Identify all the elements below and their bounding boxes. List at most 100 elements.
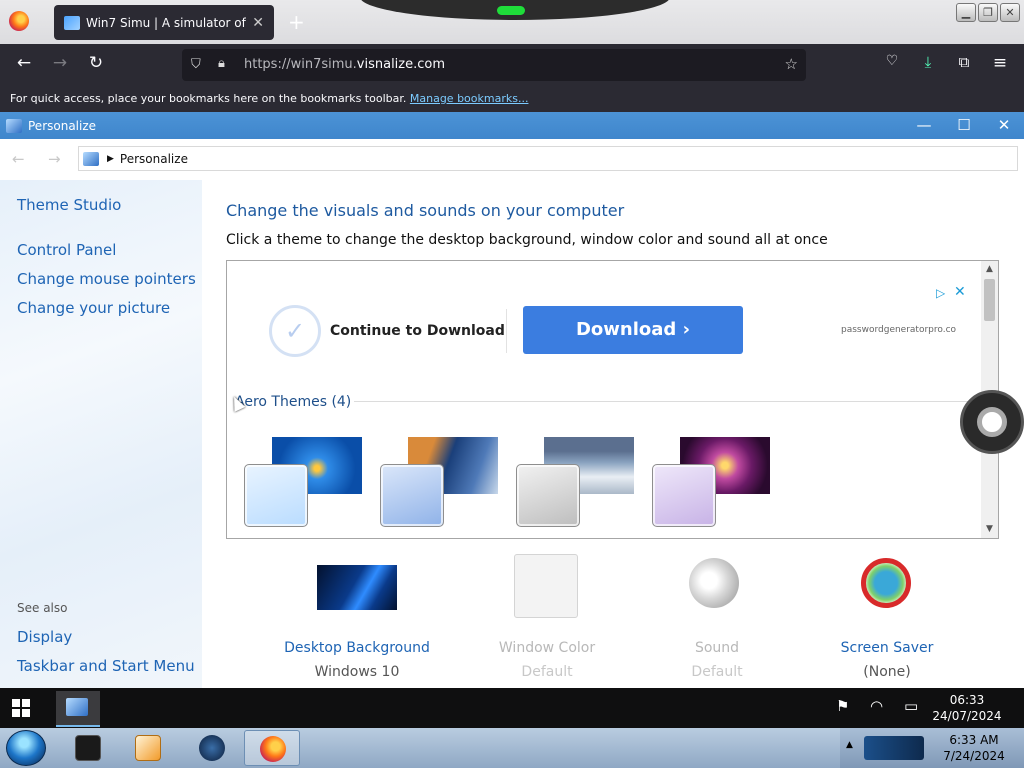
window-color-label: Window Color <box>498 640 596 656</box>
screen-saver-none-icon <box>861 558 911 608</box>
breadcrumb[interactable]: Personalize <box>120 152 188 166</box>
decorative-tab-overlay <box>360 0 670 20</box>
menu-hamburger-icon[interactable]: ≡ <box>988 53 1012 73</box>
theme-tile-windows7[interactable] <box>244 435 374 535</box>
theme-color-swatch <box>652 464 716 527</box>
taskbar-app-globe[interactable] <box>184 730 240 766</box>
taskbar-app-firefox[interactable] <box>244 730 300 766</box>
ad-download-label: Download <box>575 319 677 340</box>
pocket-icon[interactable]: ♡ <box>880 53 904 69</box>
win7-time: 6:33 AM <box>949 733 999 747</box>
win7-clock[interactable]: 6:33 AM 7/24/2024 <box>940 732 1008 764</box>
firefox-taskbar-icon <box>260 736 286 762</box>
battery-icon[interactable]: ▭ <box>904 697 918 715</box>
forward-arrow-icon[interactable]: → <box>48 53 72 73</box>
new-tab-icon[interactable]: + <box>288 10 305 34</box>
window-minimize-icon[interactable]: — <box>904 112 944 139</box>
speaker-icon <box>689 558 739 608</box>
url-prefix: https://win7simu. <box>244 57 357 72</box>
terminal-icon <box>75 735 101 761</box>
window-color-value: Default <box>521 664 573 680</box>
breadcrumb-chevron-icon[interactable]: ▶ <box>107 154 114 164</box>
browser-tab-bar: Win7 Simu | A simulator of Win ✕ + ▁ ❐ ✕ <box>0 0 1024 44</box>
tray-icons-group-icon[interactable] <box>864 736 924 760</box>
section-divider <box>354 401 982 402</box>
browser-tab[interactable]: Win7 Simu | A simulator of Win ✕ <box>54 5 274 40</box>
win10-clock[interactable]: 06:33 24/07/2024 <box>926 692 1008 724</box>
sidebar-link-mouse-pointers[interactable]: Change mouse pointers <box>17 270 196 288</box>
windows-start-icon[interactable] <box>12 699 30 717</box>
sidebar-link-display[interactable]: Display <box>17 628 72 646</box>
address-bar[interactable]: ▶ Personalize <box>78 146 1018 171</box>
adchoices-icon[interactable]: ▷ <box>936 286 945 300</box>
scroll-thumb[interactable] <box>984 279 995 321</box>
explorer-forward-icon[interactable]: → <box>48 150 61 168</box>
taskbar-app-personalize[interactable] <box>56 691 100 727</box>
ad-download-button[interactable]: Download › <box>523 306 743 354</box>
globe-icon <box>199 735 225 761</box>
theme-tile-landscapes[interactable] <box>516 435 646 535</box>
window-title-bar[interactable]: Personalize — ☐ ✕ <box>0 112 1024 139</box>
themes-list[interactable]: ✓ Continue to Download Download › passwo… <box>226 260 999 539</box>
tab-favicon-icon <box>64 15 80 30</box>
record-ring-icon <box>977 407 1007 437</box>
url-bar[interactable]: ⛉ 🔒︎ https://win7simu.visnalize.com ☆ <box>182 49 806 81</box>
firefox-logo-icon[interactable] <box>9 11 29 31</box>
taskbar-app-media-player[interactable] <box>120 730 176 766</box>
address-personalize-icon <box>83 151 99 166</box>
close-icon[interactable]: ✕ <box>1000 3 1020 22</box>
floating-record-button[interactable] <box>960 390 1024 454</box>
download-icon[interactable]: ⤓ <box>916 53 940 71</box>
sidebar-link-control-panel[interactable]: Control Panel <box>17 241 116 259</box>
desktop-background-icon <box>317 565 397 610</box>
ad-domain[interactable]: passwordgeneratorpro.co <box>841 325 956 335</box>
window-close-icon[interactable]: ✕ <box>984 112 1024 139</box>
wifi-icon[interactable]: ◠ <box>870 697 883 715</box>
window-controls: — ☐ ✕ <box>904 112 1024 139</box>
sidebar-link-theme-studio[interactable]: Theme Studio <box>17 196 121 214</box>
desktop-background-label: Desktop Background <box>284 640 430 656</box>
win10-date: 24/07/2024 <box>932 709 1002 723</box>
scroll-up-icon[interactable]: ▲ <box>981 261 998 278</box>
explorer-back-icon[interactable]: ← <box>12 150 25 168</box>
taskbar-app-terminal[interactable] <box>60 730 116 766</box>
bookmarks-toolbar: For quick access, place your bookmarks h… <box>0 86 1024 112</box>
shield-icon[interactable]: ⛉ <box>191 57 201 72</box>
flag-icon[interactable]: ⚑ <box>836 697 849 715</box>
theme-tile-architecture[interactable] <box>380 435 510 535</box>
url-text[interactable]: https://win7simu.visnalize.com <box>244 57 445 72</box>
browser-window-controls: ▁ ❐ ✕ <box>956 3 1020 22</box>
win10-time: 06:33 <box>949 693 985 707</box>
sidebar-link-taskbar-start-menu[interactable]: Taskbar and Start Menu <box>17 657 195 675</box>
ad-continue-text[interactable]: Continue to Download <box>330 323 505 339</box>
explorer-address-area: ← → ▶ Personalize <box>0 139 1024 180</box>
bookmark-star-icon[interactable]: ☆ <box>785 55 798 73</box>
tab-close-icon[interactable]: ✕ <box>252 15 264 31</box>
aero-themes-heading: Aero Themes (4) <box>235 394 352 410</box>
window-maximize-icon[interactable]: ☐ <box>944 112 984 139</box>
window-title: Personalize <box>28 118 97 133</box>
screen-saver-label: Screen Saver <box>840 640 934 656</box>
extensions-icon[interactable]: ⧉ <box>952 53 976 71</box>
back-arrow-icon[interactable]: ← <box>12 53 36 73</box>
theme-color-swatch <box>244 464 308 527</box>
lock-icon[interactable]: 🔒︎ <box>218 56 225 71</box>
minimize-icon[interactable]: ▁ <box>956 3 976 22</box>
show-hidden-icons-icon[interactable]: ▲ <box>846 740 853 750</box>
theme-tile-nature[interactable] <box>652 435 782 535</box>
page-subtitle: Click a theme to change the desktop back… <box>226 232 828 248</box>
win7-start-orb-icon[interactable] <box>6 730 46 766</box>
scroll-down-icon[interactable]: ▼ <box>981 521 998 538</box>
manage-bookmarks-link[interactable]: Manage bookmarks... <box>410 92 529 105</box>
page-title: Change the visuals and sounds on your co… <box>226 201 625 220</box>
win7-taskbar: ▲ 6:33 AM 7/24/2024 <box>0 728 1024 768</box>
see-also-label: See also <box>17 601 68 615</box>
sidebar-link-change-picture[interactable]: Change your picture <box>17 299 170 317</box>
window-color-icon <box>514 554 578 618</box>
reload-icon[interactable]: ↻ <box>84 53 108 73</box>
ad-close-icon[interactable]: ✕ <box>954 284 966 300</box>
restore-icon[interactable]: ❐ <box>978 3 998 22</box>
sidebar: Theme Studio Control Panel Change mouse … <box>0 180 202 688</box>
ad-divider <box>506 309 507 353</box>
theme-color-swatch <box>380 464 444 527</box>
